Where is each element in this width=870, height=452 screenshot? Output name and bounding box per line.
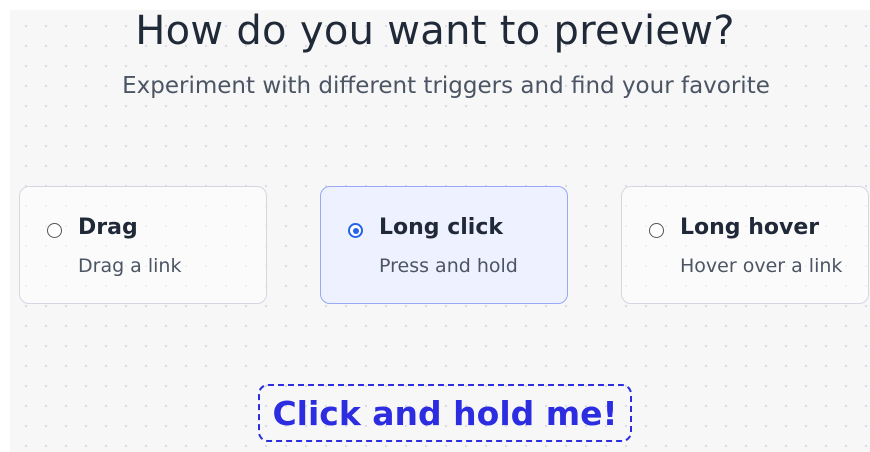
option-title: Drag: [78, 215, 138, 240]
page-subtitle: Experiment with different triggers and f…: [122, 73, 770, 99]
option-title: Long hover: [680, 215, 820, 240]
option-card-long-hover[interactable]: Long hover Hover over a link: [621, 186, 869, 304]
click-and-hold-demo-button[interactable]: Click and hold me!: [258, 384, 632, 442]
option-description: Press and hold: [379, 255, 518, 277]
radio-long-hover[interactable]: [649, 223, 664, 238]
option-card-long-click[interactable]: Long click Press and hold: [320, 186, 568, 304]
radio-drag[interactable]: [47, 223, 62, 238]
page-title: How do you want to preview?: [135, 8, 735, 54]
radio-long-click[interactable]: [348, 223, 363, 238]
option-description: Hover over a link: [680, 255, 843, 277]
option-card-drag[interactable]: Drag Drag a link: [19, 186, 267, 304]
option-description: Drag a link: [78, 255, 182, 277]
option-title: Long click: [379, 215, 503, 240]
